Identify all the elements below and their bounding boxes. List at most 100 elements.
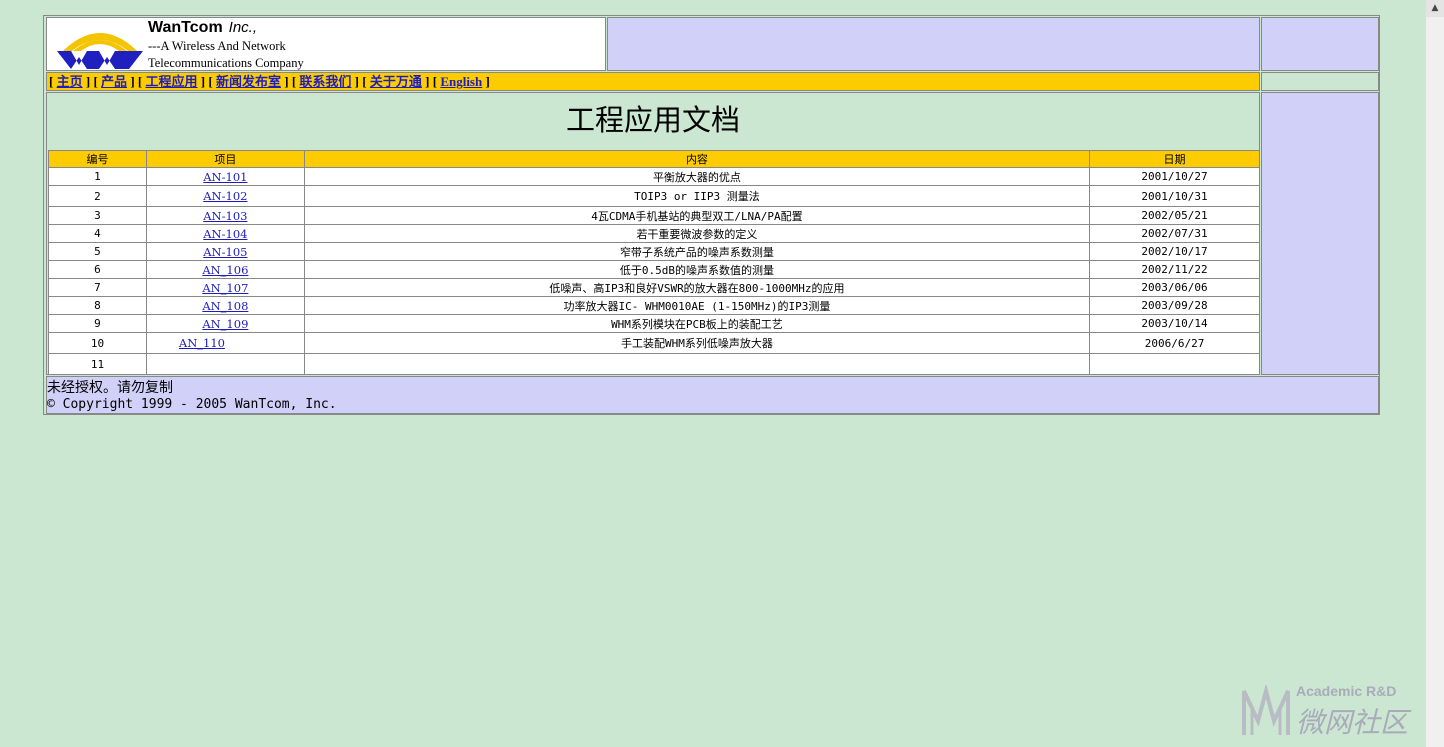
row-date: 2003/09/28 <box>1089 296 1260 315</box>
table-row: 9 AN_109 WHM系列模块在PCB板上的装配工艺 2003/10/14 <box>48 314 1260 333</box>
row-date <box>1089 353 1260 375</box>
row-content: TOIP3 or IIP3 测量法 <box>303 185 1091 207</box>
document-link[interactable]: AN_106 <box>202 263 248 277</box>
row-code-cell: AN-102 <box>145 185 305 207</box>
nav-link-home[interactable]: 主页 <box>57 74 83 89</box>
document-link[interactable]: AN-101 <box>203 170 247 184</box>
footer-copyright: © Copyright 1999 - 2005 WanTcom, Inc. <box>47 397 337 412</box>
row-content: 4瓦CDMA手机基站的典型双工/LNA/PA配置 <box>303 206 1091 225</box>
row-content: 窄带子系统产品的噪声系数测量 <box>303 242 1091 261</box>
document-link[interactable]: AN_107 <box>202 281 248 295</box>
document-link[interactable]: AN-104 <box>203 227 247 241</box>
nav-bracket: ] <box>354 74 360 89</box>
logo-block: WanTcom Inc., ---A Wireless And Network T… <box>46 17 606 71</box>
nav-link-products[interactable]: 产品 <box>101 74 127 89</box>
document-link[interactable]: AN-103 <box>203 209 247 223</box>
nav-bracket: [ <box>93 74 98 89</box>
nav-link-about[interactable]: 关于万通 <box>370 74 422 89</box>
nav-bracket: [ <box>362 74 367 89</box>
column-header-content: 内容 <box>303 150 1091 168</box>
row-code-cell: AN-103 <box>145 206 305 225</box>
tagline-line-2: Telecommunications Company <box>148 56 304 70</box>
row-date: 2002/10/17 <box>1089 242 1260 261</box>
row-code-cell <box>145 353 305 375</box>
row-content: 手工装配WHM系列低噪声放大器 <box>303 332 1091 354</box>
row-date: 2006/6/27 <box>1089 332 1260 354</box>
row-content <box>303 353 1091 375</box>
table-row: 5 AN-105 窄带子系统产品的噪声系数测量 2002/10/17 <box>48 242 1260 261</box>
row-number: 10 <box>48 332 147 354</box>
table-row: 1 AN-101 平衡放大器的优点 2001/10/27 <box>48 167 1260 186</box>
nav-bracket: ] <box>425 74 430 89</box>
document-link[interactable]: AN_108 <box>202 299 248 313</box>
documents-table: 编号 项目 内容 日期 1 AN-101 平衡放大器的优点 2001/10/27… <box>48 150 1260 375</box>
page-layout: WanTcom Inc., ---A Wireless And Network T… <box>43 15 1380 415</box>
document-link[interactable]: AN-102 <box>203 189 247 203</box>
nav-bracket: ] <box>485 74 490 89</box>
nav-bracket: [ <box>208 74 213 89</box>
row-code-cell: AN-101 <box>145 167 305 186</box>
row-code-cell: AN-104 <box>145 224 305 243</box>
document-link[interactable]: AN-105 <box>203 245 247 259</box>
row-content: 功率放大器IC- WHM0010AE (1-150MHz)的IP3测量 <box>303 296 1091 315</box>
main-nav: [ 主页 ] [ 产品 ] [ 工程应用 ] [ 新闻发布室 ] [ 联系我们 … <box>46 72 1260 91</box>
wantcom-logo-icon <box>57 33 143 69</box>
row-date: 2002/11/22 <box>1089 260 1260 279</box>
row-content: 低于0.5dB的噪声系数值的测量 <box>303 260 1091 279</box>
scroll-up-arrow-icon[interactable]: ▲ <box>1426 0 1444 17</box>
nav-bracket: ] <box>200 74 206 89</box>
row-code-cell: AN_108 <box>145 296 305 315</box>
nav-bracket: [ <box>291 74 297 89</box>
table-row: 4 AN-104 若干重要微波参数的定义 2002/07/31 <box>48 224 1260 243</box>
row-date: 2002/05/21 <box>1089 206 1260 225</box>
nav-link-contact[interactable]: 联系我们 <box>299 74 351 89</box>
row-code-cell: AN_107 <box>145 278 305 297</box>
watermark-logo-icon <box>1242 685 1290 735</box>
nav-link-english[interactable]: English <box>440 74 482 89</box>
row-content: 若干重要微波参数的定义 <box>303 224 1091 243</box>
table-row: 7 AN_107 低噪声、高IP3和良好VSWR的放大器在800-1000MHz… <box>48 278 1260 297</box>
row-number: 9 <box>48 314 147 333</box>
footer-notice: 未经授权。请勿复制 <box>47 380 173 396</box>
table-row: 6 AN_106 低于0.5dB的噪声系数值的测量 2002/11/22 <box>48 260 1260 279</box>
document-link[interactable]: AN_109 <box>202 317 248 331</box>
nav-bracket: ] <box>130 74 135 89</box>
company-name: WanTcom Inc., <box>148 19 257 37</box>
row-number: 1 <box>48 167 147 186</box>
row-code-cell: AN_106 <box>145 260 305 279</box>
table-row: 2 AN-102 TOIP3 or IIP3 测量法 2001/10/31 <box>48 185 1260 207</box>
row-number: 8 <box>48 296 147 315</box>
document-link[interactable]: AN_110 <box>179 336 225 350</box>
table-row: 8 AN_108 功率放大器IC- WHM0010AE (1-150MHz)的I… <box>48 296 1260 315</box>
column-header-date: 日期 <box>1089 150 1260 168</box>
nav-link-newsroom[interactable]: 新闻发布室 <box>216 74 281 89</box>
main-content: 工程应用文档 编号 项目 内容 日期 1 AN-101 平衡放大器的优点 200… <box>46 92 1260 375</box>
sidebar-main-cell <box>1261 92 1379 375</box>
row-number: 5 <box>48 242 147 261</box>
row-date: 2001/10/27 <box>1089 167 1260 186</box>
nav-link-engineering[interactable]: 工程应用 <box>146 74 198 89</box>
page-title: 工程应用文档 <box>565 103 740 137</box>
watermark: Academic R&D 微网社区 <box>1240 683 1430 743</box>
company-name-text: WanTcom <box>148 19 223 36</box>
nav-bracket: ] <box>85 74 91 89</box>
watermark-text-en: Academic R&D <box>1296 683 1397 699</box>
row-code-cell: AN_110 <box>145 332 305 354</box>
sidebar-top-cell <box>1261 17 1379 71</box>
row-date: 2002/07/31 <box>1089 224 1260 243</box>
row-number: 2 <box>48 185 147 207</box>
table-row: 3 AN-103 4瓦CDMA手机基站的典型双工/LNA/PA配置 2002/0… <box>48 206 1260 225</box>
row-number: 6 <box>48 260 147 279</box>
row-code-cell: AN-105 <box>145 242 305 261</box>
row-number: 3 <box>48 206 147 225</box>
header-banner-area <box>607 17 1260 71</box>
row-number: 11 <box>48 353 147 375</box>
column-header-item: 项目 <box>145 150 305 168</box>
vertical-scrollbar[interactable]: ▲ <box>1425 0 1444 747</box>
tagline-line-1: ---A Wireless And Network <box>148 39 286 53</box>
row-number: 7 <box>48 278 147 297</box>
row-code-cell: AN_109 <box>145 314 305 333</box>
row-date: 2003/10/14 <box>1089 314 1260 333</box>
nav-bracket: [ <box>432 74 438 89</box>
row-content: 低噪声、高IP3和良好VSWR的放大器在800-1000MHz的应用 <box>303 278 1091 297</box>
